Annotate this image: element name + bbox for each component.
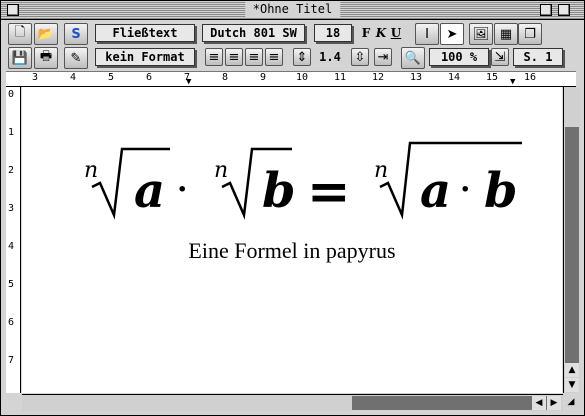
title-bar[interactable]: *Ohne Titel <box>1 1 584 20</box>
align-justify-icon[interactable]: ≡ <box>225 48 243 66</box>
layers-icon[interactable]: ❐ <box>518 23 542 45</box>
magnifier-icon[interactable]: 🔍 <box>401 47 425 69</box>
vertical-scrollbar[interactable]: ▲ ▼ <box>563 87 580 393</box>
text-cursor-icon[interactable]: I <box>415 23 439 45</box>
paragraph-style-select[interactable]: Fließtext <box>95 24 195 42</box>
scroll-up-icon[interactable]: ▲ <box>565 363 579 377</box>
table-icon[interactable]: ▦ <box>494 23 518 45</box>
vruler-mark: 3 <box>8 203 15 214</box>
open-document-icon[interactable]: 📂 <box>34 23 58 45</box>
align-center-icon[interactable]: ≡ <box>245 48 263 66</box>
ruler-mark: 3 <box>32 72 39 83</box>
zoom-select[interactable]: 100 % <box>429 48 489 66</box>
document-page[interactable]: n a · n b = n a · b Eine Formel in papyr… <box>22 87 562 393</box>
save-icon[interactable]: 💾 <box>8 47 32 69</box>
caption-text[interactable]: Eine Formel in papyrus <box>22 238 562 264</box>
ruler-mark: 13 <box>410 72 423 83</box>
align-left-icon[interactable]: ≡ <box>205 48 223 66</box>
character-format-select[interactable]: kein Format <box>95 48 195 66</box>
radicand-a: a <box>134 163 165 219</box>
root-index: n <box>374 158 388 183</box>
ruler-mark: 11 <box>334 72 347 83</box>
font-size-select[interactable]: 18 <box>314 24 352 42</box>
vertical-scroll-thumb[interactable] <box>565 127 579 377</box>
italic-button[interactable]: K <box>375 25 387 41</box>
line-spacing-value[interactable]: 1.4 <box>315 49 345 65</box>
vruler-mark: 6 <box>8 317 15 328</box>
ruler-mark: 4 <box>70 72 77 83</box>
vertical-ruler: 0 1 2 3 4 5 6 7 <box>6 87 21 393</box>
print-icon[interactable]: 🖶 <box>34 47 58 69</box>
equals-sign: = <box>307 161 351 222</box>
collapse-box-icon[interactable] <box>558 4 570 16</box>
horizontal-scrollbar[interactable]: ◀ ▶ <box>22 394 563 411</box>
resize-grip-icon[interactable]: ◢ <box>564 395 578 409</box>
multiplication-dot: · <box>177 172 187 207</box>
ruler-mark: 15 <box>486 72 499 83</box>
radicand-a: a <box>420 163 451 219</box>
vruler-mark: 7 <box>8 355 15 366</box>
spellcheck-icon[interactable]: S <box>64 23 88 45</box>
ruler-mark: 6 <box>146 72 153 83</box>
scroll-down-icon[interactable]: ▼ <box>565 378 579 392</box>
arrow-pointer-icon[interactable]: ➤ <box>440 23 464 45</box>
ruler-mark: 16 <box>524 72 537 83</box>
ruler-mark: 5 <box>108 72 115 83</box>
close-box-icon[interactable] <box>7 4 19 16</box>
root-index: n <box>214 158 228 183</box>
radicand-b: b <box>484 163 518 219</box>
page-goto-icon[interactable]: ⇲ <box>491 48 509 66</box>
multiplication-dot: · <box>460 172 470 207</box>
scroll-left-icon[interactable]: ◀ <box>532 396 546 410</box>
ruler-mark: 14 <box>448 72 461 83</box>
ruler-mark: 8 <box>222 72 229 83</box>
image-frame-icon[interactable]: 🖼 <box>469 23 493 45</box>
ruler-mark: 10 <box>296 72 309 83</box>
page-number-select[interactable]: S. 1 <box>513 48 563 66</box>
toolbar: 🗋 📂 S Fließtext Dutch 801 SW 18 F K U I … <box>1 20 584 70</box>
root-index: n <box>84 158 98 183</box>
pencil-icon[interactable]: ✎ <box>64 47 88 69</box>
new-document-icon[interactable]: 🗋 <box>8 23 32 45</box>
underline-button[interactable]: U <box>390 25 402 41</box>
scroll-right-icon[interactable]: ▶ <box>547 396 561 410</box>
spacing-increase-icon[interactable]: ⇳ <box>351 48 369 66</box>
app-window: *Ohne Titel 🗋 📂 S Fließtext Dutch 801 SW… <box>0 0 585 416</box>
ruler-mark: 9 <box>260 72 267 83</box>
bold-button[interactable]: F <box>360 25 372 41</box>
line-spacing-icon[interactable]: ⇕ <box>293 48 311 66</box>
radicand-b: b <box>262 163 296 219</box>
align-right-icon[interactable]: ≡ <box>265 48 283 66</box>
vruler-mark: 2 <box>8 165 15 176</box>
vruler-mark: 0 <box>8 89 15 100</box>
horizontal-ruler[interactable]: 3 4 5 6 7 8 9 10 11 12 13 14 15 16 ▼ ▼ <box>6 71 576 87</box>
vruler-mark: 4 <box>8 241 15 252</box>
font-select[interactable]: Dutch 801 SW <box>202 24 305 42</box>
tab-stop-icon[interactable]: ⇥ <box>374 48 392 66</box>
ruler-mark: 12 <box>372 72 385 83</box>
vruler-mark: 5 <box>8 279 15 290</box>
window-title: *Ohne Titel <box>244 2 341 17</box>
zoom-box-icon[interactable] <box>540 4 552 16</box>
horizontal-scroll-thumb[interactable] <box>352 396 547 410</box>
vruler-mark: 1 <box>8 127 15 138</box>
